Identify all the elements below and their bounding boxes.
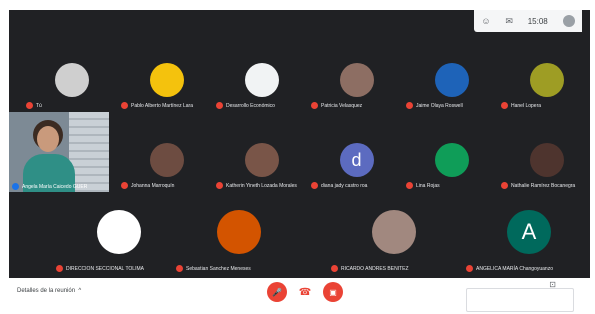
- mic-muted-icon: [216, 182, 223, 189]
- person-head: [37, 126, 59, 152]
- participant-name-label: Katherin Yineth Lozada Morales: [216, 182, 297, 189]
- participant-tile[interactable]: RICARDO ANDRES BENITEZ: [329, 210, 459, 272]
- participant-name: RICARDO ANDRES BENITEZ: [341, 265, 409, 272]
- participant-avatar: [149, 143, 184, 177]
- participant-avatar: [529, 63, 564, 97]
- participant-tile[interactable]: Hanel Lopera: [499, 55, 590, 109]
- participant-name: Johanna Marroquín: [131, 182, 175, 189]
- chat-icon[interactable]: ✉: [505, 16, 513, 27]
- self-view-video: Angela María Caicedo GUER: [9, 112, 109, 192]
- bottom-control-bar: Detalles de la reunión ^ 🎤 ☎ ▣ ⊡: [9, 278, 590, 312]
- self-view-name: Angela María Caicedo GUER: [22, 183, 88, 190]
- participant-name: Pablo Alberto Martínez Lara: [131, 102, 193, 109]
- mic-muted-icon: [121, 102, 128, 109]
- participant-avatar: [372, 210, 416, 254]
- meeting-details-label: Detalles de la reunión: [17, 288, 76, 294]
- participant-tile[interactable]: d diana jady castro roa: [309, 135, 404, 189]
- participant-tile[interactable]: Tú: [24, 55, 119, 109]
- participant-tile[interactable]: Katherin Yineth Lozada Morales: [214, 135, 309, 189]
- participant-tile[interactable]: Lina Rojas: [404, 135, 499, 189]
- participant-name: ANGELICA MARÍA Changoyuanzo: [476, 265, 553, 272]
- participant-avatar: [339, 63, 374, 97]
- participant-name: Patricia Velasquez: [321, 102, 363, 109]
- mic-muted-icon: [56, 265, 63, 272]
- background-blinds: [69, 112, 109, 192]
- mic-muted-icon: [311, 182, 318, 189]
- mic-toggle-button[interactable]: 🎤: [267, 282, 287, 302]
- clock: 15:08: [527, 16, 548, 26]
- meeting-grid: ☺ ✉ 15:08 Tú Pablo Alberto Martínez Lara D…: [9, 10, 590, 278]
- participant-name-label: Hanel Lopera: [501, 102, 541, 109]
- participant-name-label: Tú: [26, 102, 42, 109]
- participant-tile[interactable]: Johanna Marroquín: [119, 135, 214, 189]
- participant-tile[interactable]: DIRECCION SECCIONAL TOLIMA: [54, 210, 184, 272]
- participant-avatar: [149, 63, 184, 97]
- mic-muted-icon: [406, 182, 413, 189]
- mic-muted-icon: [12, 183, 19, 190]
- participant-tile[interactable]: A ANGELICA MARÍA Changoyuanzo: [464, 210, 590, 272]
- participant-avatar: [54, 63, 89, 97]
- user-avatar[interactable]: [562, 15, 575, 27]
- mic-muted-icon: [176, 265, 183, 272]
- call-controls: 🎤 ☎ ▣: [267, 282, 343, 302]
- mic-muted-icon: [406, 102, 413, 109]
- participant-avatar: [434, 143, 469, 177]
- participant-avatar: d: [339, 143, 374, 177]
- notification-popup[interactable]: [466, 288, 574, 312]
- participant-name-label: diana jady castro roa: [311, 182, 367, 189]
- top-status-bar: ☺ ✉ 15:08: [474, 10, 582, 32]
- meeting-details-button[interactable]: Detalles de la reunión ^: [17, 288, 81, 294]
- mic-muted-icon: [311, 102, 318, 109]
- end-call-button[interactable]: ☎: [295, 282, 315, 302]
- participant-name: Hanel Lopera: [511, 102, 542, 109]
- participant-name-label: Desarrollo Económico: [216, 102, 275, 109]
- participant-tile[interactable]: Pablo Alberto Martínez Lara: [119, 55, 214, 109]
- participant-avatar: [217, 210, 261, 254]
- participant-avatar: [244, 63, 279, 97]
- self-view-label: Angela María Caicedo GUER: [12, 183, 87, 190]
- participant-name: Lina Rojas: [416, 182, 440, 189]
- participant-avatar: [97, 210, 141, 254]
- participant-name: Desarrollo Económico: [226, 102, 275, 109]
- people-icon[interactable]: ☺: [481, 16, 490, 26]
- participant-name: DIRECCION SECCIONAL TOLIMA: [66, 265, 144, 272]
- mic-muted-icon: [216, 102, 223, 109]
- participant-name-label: Johanna Marroquín: [121, 182, 174, 189]
- mic-muted-icon: [501, 182, 508, 189]
- participant-name: Tú: [36, 102, 42, 109]
- participant-tile[interactable]: Desarrollo Económico: [214, 55, 309, 109]
- participant-name: diana jady castro roa: [321, 182, 368, 189]
- participant-avatar: [244, 143, 279, 177]
- mic-muted-icon: [331, 265, 338, 272]
- participant-tile[interactable]: Sebastian Sanchez Meneses: [174, 210, 304, 272]
- mic-muted-icon: [501, 102, 508, 109]
- participant-avatar: A: [507, 210, 551, 254]
- participant-name-label: RICARDO ANDRES BENITEZ: [331, 265, 409, 272]
- camera-toggle-button[interactable]: ▣: [323, 282, 343, 302]
- participant-name-label: Patricia Velasquez: [311, 102, 362, 109]
- participant-tile[interactable]: Jaime Olaya Roswell: [404, 55, 499, 109]
- chevron-up-icon: ^: [76, 288, 82, 294]
- participant-name-label: DIRECCION SECCIONAL TOLIMA: [56, 265, 144, 272]
- mic-muted-icon: [121, 182, 128, 189]
- participant-name-label: Jaime Olaya Roswell: [406, 102, 463, 109]
- participant-name-label: Pablo Alberto Martínez Lara: [121, 102, 193, 109]
- participant-name: Sebastian Sanchez Meneses: [186, 265, 251, 272]
- participant-tile[interactable]: Patricia Velasquez: [309, 55, 404, 109]
- participant-avatar: [434, 63, 469, 97]
- participant-name: Nathalie Ramírez Bocanegra: [511, 182, 576, 189]
- participant-name-label: Lina Rojas: [406, 182, 440, 189]
- participant-name-label: ANGELICA MARÍA Changoyuanzo: [466, 265, 553, 272]
- participant-name: Katherin Yineth Lozada Morales: [226, 182, 297, 189]
- participant-tile[interactable]: Nathalie Ramírez Bocanegra: [499, 135, 590, 189]
- mic-muted-icon: [466, 265, 473, 272]
- participant-avatar: [529, 143, 564, 177]
- participant-name-label: Nathalie Ramírez Bocanegra: [501, 182, 575, 189]
- participant-name-label: Sebastian Sanchez Meneses: [176, 265, 251, 272]
- mic-muted-icon: [26, 102, 33, 109]
- participant-name: Jaime Olaya Roswell: [416, 102, 463, 109]
